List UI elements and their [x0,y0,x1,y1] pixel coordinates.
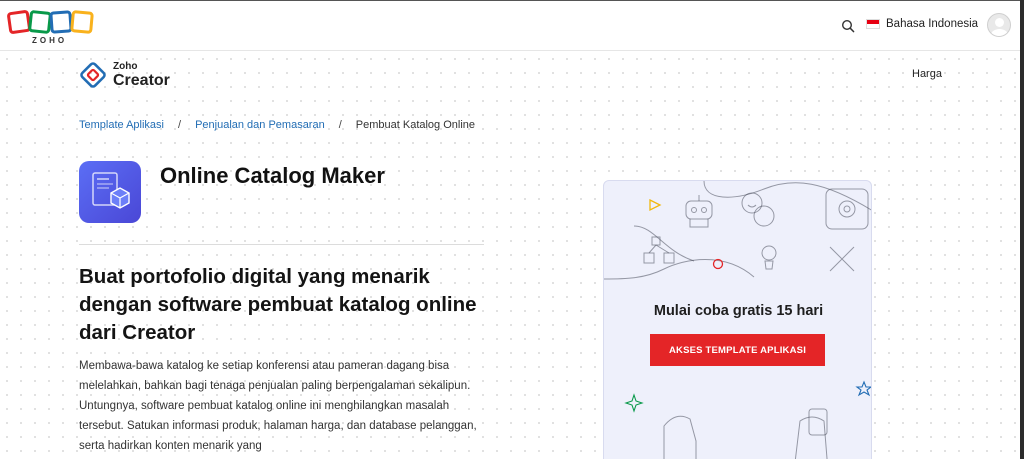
logo-wordmark: ZOHO [32,36,68,45]
access-template-button[interactable]: AKSES TEMPLATE APLIKASI [650,334,825,366]
creator-brand[interactable]: Zoho Creator [79,61,170,89]
language-selector[interactable]: Bahasa Indonesia [866,18,978,30]
trial-promo-card: Mulai coba gratis 15 hari AKSES TEMPLATE… [603,180,872,459]
promo-illustration [604,181,871,459]
window-right-edge [1020,0,1024,459]
catalog-document-icon [92,172,130,209]
nav-pricing-link[interactable]: Harga [912,68,942,80]
logo-box-green [27,9,53,35]
section-divider [79,244,484,245]
app-icon [79,161,141,223]
page-headline: Buat portofolio digital yang menarik den… [79,265,477,344]
creator-logo-icon [80,62,106,88]
brand-big-text: Creator [113,71,170,89]
language-label: Bahasa Indonesia [886,18,979,30]
logo-box-blue [49,10,73,34]
user-avatar[interactable] [987,13,1011,37]
logo-box-red [6,9,32,35]
zoho-logo[interactable]: ZOHO [6,9,96,47]
search-icon[interactable] [841,19,855,33]
global-header: ZOHO Bahasa Indonesia [0,1,1020,51]
breadcrumb-item-sales-marketing[interactable]: Penjualan dan Pemasaran [195,119,325,131]
breadcrumb-separator: / [338,119,342,131]
breadcrumb-current: Pembuat Katalog Online [355,119,476,131]
breadcrumb: Template Aplikasi / Penjualan dan Pemasa… [79,119,475,131]
app-title: Online Catalog Maker [160,163,385,188]
breadcrumb-item-templates[interactable]: Template Aplikasi [79,119,164,131]
page-description: Membawa-bawa katalog ke setiap konferens… [79,360,477,452]
page-body: Zoho Creator Harga Template Aplikasi / P… [0,52,1020,459]
breadcrumb-separator: / [178,119,182,131]
promo-heading: Mulai coba gratis 15 hari [653,303,824,319]
indonesia-flag-icon [866,19,880,29]
brand-small-text: Zoho [113,60,138,72]
logo-box-yellow [70,10,94,34]
